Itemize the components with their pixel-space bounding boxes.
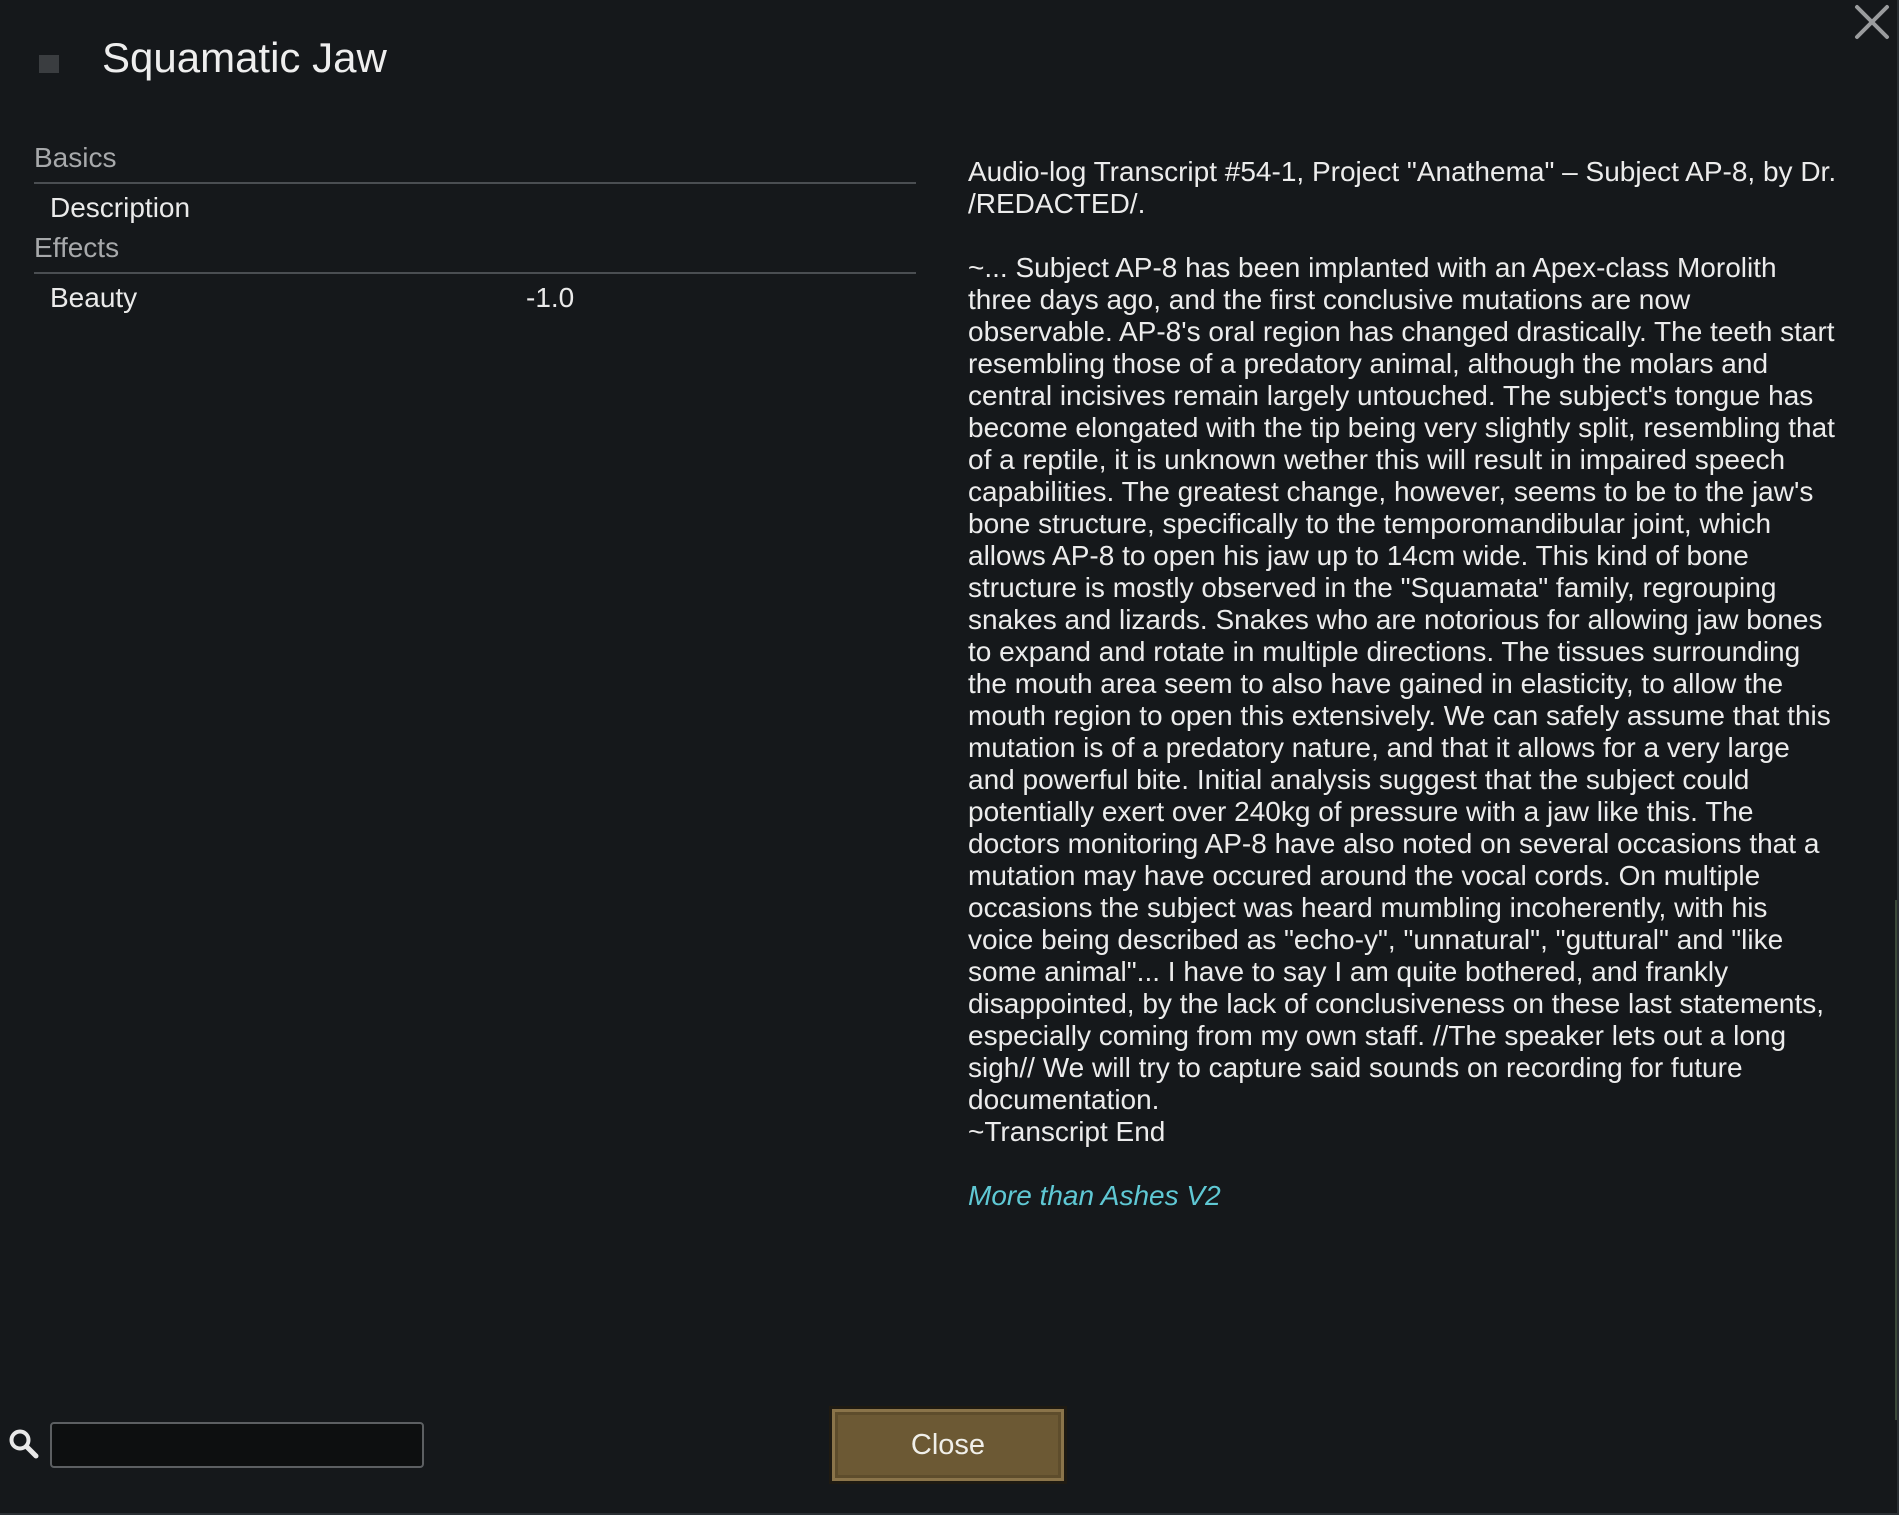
- close-button[interactable]: Close: [829, 1406, 1067, 1484]
- section-header-effects: Effects: [34, 232, 916, 274]
- stat-label: Description: [50, 192, 191, 223]
- search-input[interactable]: [50, 1422, 424, 1468]
- def-icon: [39, 55, 59, 73]
- info-card-window: Squamatic Jaw Basics Description Effects…: [0, 0, 1899, 1515]
- stat-value: -1.0: [526, 282, 575, 313]
- description-panel: Audio-log Transcript #54-1, Project "Ana…: [968, 156, 1838, 1212]
- section-header-basics: Basics: [34, 142, 916, 184]
- search-icon: [8, 1428, 40, 1460]
- transcript-end: ~Transcript End: [968, 1116, 1166, 1147]
- transcript-body: ~... Subject AP-8 has been implanted wit…: [968, 252, 1835, 1115]
- stat-row-beauty[interactable]: Beauty -1.0: [34, 274, 916, 322]
- mod-source-label: More than Ashes V2: [968, 1180, 1221, 1211]
- stat-row-description[interactable]: Description: [34, 184, 916, 232]
- stats-panel: Basics Description Effects Beauty -1.0: [34, 142, 916, 322]
- stat-label: Beauty: [50, 282, 138, 313]
- close-x-icon[interactable]: [1852, 2, 1892, 42]
- page-title: Squamatic Jaw: [102, 34, 387, 81]
- transcript-heading: Audio-log Transcript #54-1, Project "Ana…: [968, 156, 1837, 219]
- window-edge-divider: [1895, 900, 1897, 1420]
